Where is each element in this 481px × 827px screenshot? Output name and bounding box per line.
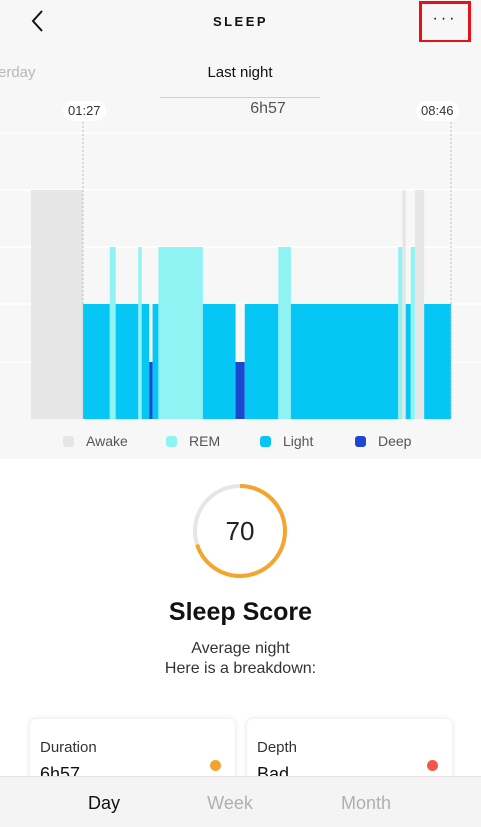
legend-item-rem: REM bbox=[166, 433, 220, 449]
top-bar: SLEEP ··· bbox=[0, 0, 481, 43]
score-description: Here is a breakdown: bbox=[164, 660, 317, 677]
legend-swatch-deep bbox=[355, 435, 366, 447]
sleep-segment-awake bbox=[31, 190, 83, 419]
bottom-navigation: Day Week Month bbox=[0, 776, 481, 827]
sleep-segment-deep bbox=[235, 362, 245, 419]
sleep-chart: 01:27 08:46 6h57 Awake REM Light Deep bbox=[0, 98, 481, 459]
status-dot bbox=[427, 760, 438, 771]
sleep-duration-label: 6h57 bbox=[250, 100, 286, 117]
legend-item-deep: Deep bbox=[355, 433, 411, 449]
sleep-segment-light bbox=[405, 304, 411, 419]
sleep-segment-rem bbox=[158, 247, 203, 419]
legend-item-awake: Awake bbox=[63, 433, 128, 449]
sleep-segment-light bbox=[82, 304, 110, 419]
tab-previous-day[interactable]: erday bbox=[0, 64, 36, 81]
sleep-segment-awake bbox=[402, 190, 406, 419]
sleep-segment-awake bbox=[414, 190, 425, 419]
sleep-score-title: Sleep Score bbox=[168, 598, 313, 626]
sleep-stages-chart bbox=[0, 122, 481, 419]
legend-label: Light bbox=[283, 433, 314, 449]
card-label: Duration bbox=[40, 739, 97, 756]
sleep-segment-light bbox=[244, 304, 279, 419]
legend-label: Deep bbox=[378, 433, 412, 449]
sleep-segment-rem bbox=[109, 247, 116, 419]
legend-item-light: Light bbox=[260, 433, 313, 449]
sleep-segment-rem bbox=[278, 247, 291, 419]
sleep-segment-light bbox=[141, 304, 150, 419]
more-options-button[interactable]: ··· bbox=[419, 1, 471, 43]
legend-swatch-light bbox=[260, 435, 271, 447]
tab-month[interactable]: Month bbox=[286, 793, 446, 814]
tab-last-night[interactable]: Last night bbox=[160, 64, 320, 81]
legend-swatch-rem bbox=[166, 435, 177, 447]
sleep-segment-light bbox=[115, 304, 139, 419]
score-subtitle: Average night bbox=[191, 640, 290, 657]
sleep-segment-light bbox=[152, 304, 159, 419]
day-tabs: erday Last night bbox=[0, 42, 481, 98]
legend-label: REM bbox=[189, 433, 221, 449]
card-label: Depth bbox=[257, 739, 298, 756]
sleep-segment-light bbox=[202, 304, 236, 419]
sleep-segment-light bbox=[424, 304, 451, 419]
ellipsis-icon: ··· bbox=[432, 10, 458, 27]
sleep-segment-rem bbox=[138, 247, 142, 419]
legend-swatch-awake bbox=[63, 435, 74, 447]
page-title: SLEEP bbox=[212, 14, 269, 29]
status-dot bbox=[210, 760, 221, 771]
sleep-segment-deep bbox=[149, 362, 153, 419]
sleep-segment-light bbox=[290, 304, 399, 419]
legend-label: Awake bbox=[86, 433, 128, 449]
sleep-segment-rem bbox=[398, 247, 403, 419]
chart-legend: Awake REM Light Deep bbox=[0, 433, 481, 453]
sleep-segment-rem bbox=[410, 247, 415, 419]
sleep-score-value: 70 bbox=[225, 516, 255, 546]
